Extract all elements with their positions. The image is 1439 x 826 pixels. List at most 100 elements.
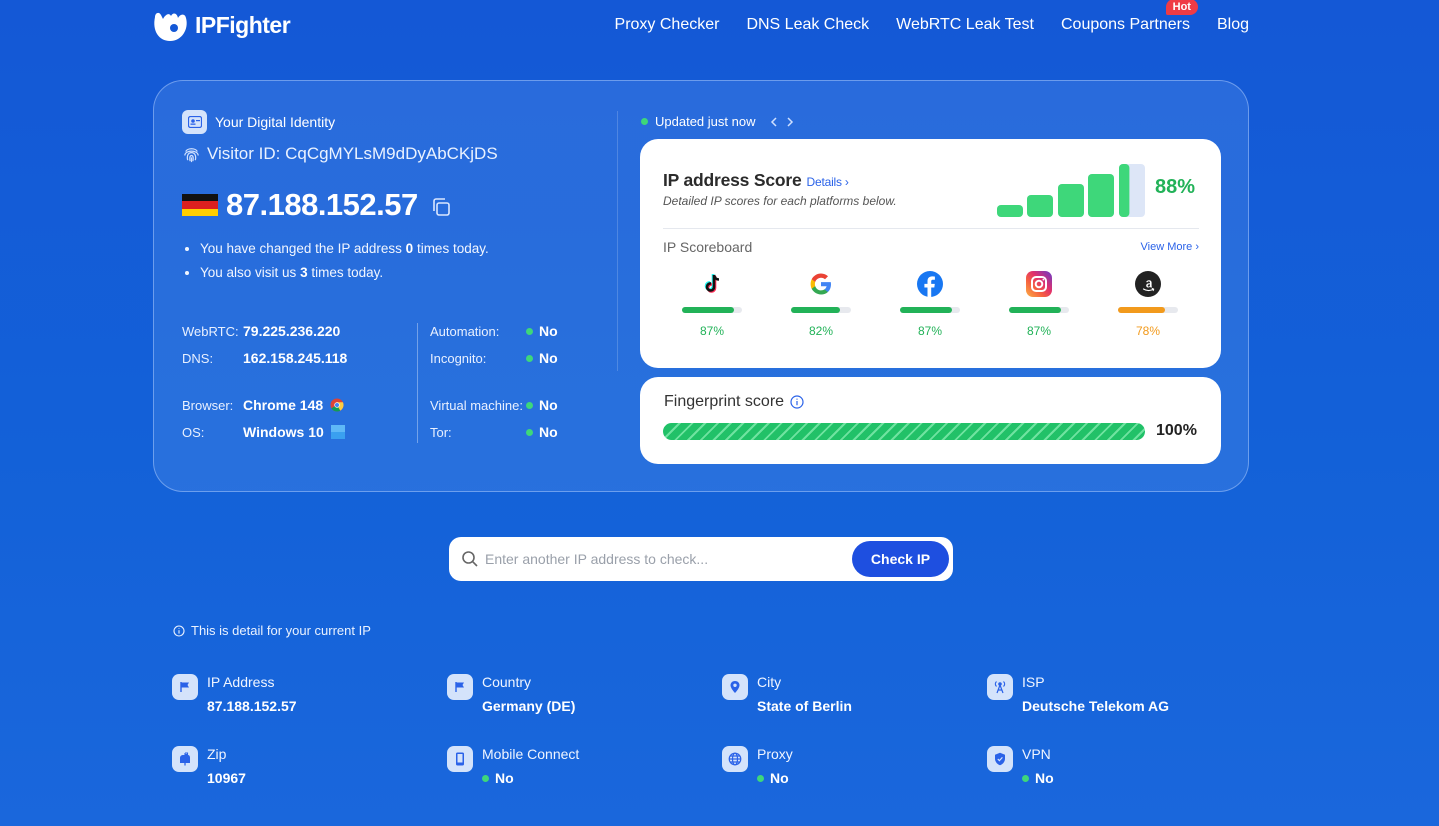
- connection-info: WebRTC: 79.225.236.220 DNS: 162.158.245.…: [182, 321, 612, 451]
- os-row: OS: Windows 10: [182, 424, 345, 440]
- tiktok-icon: [699, 271, 725, 297]
- platform-score-percent: 87%: [1026, 324, 1052, 338]
- status-dot: [757, 774, 764, 782]
- info-icon: [173, 624, 185, 637]
- detail-ip-address: IP Address 87.188.152.57: [172, 674, 432, 718]
- detail-city: City State of Berlin: [722, 674, 982, 718]
- detail-mobile-connect: Mobile Connect No: [447, 746, 707, 790]
- nav-dns-leak-check[interactable]: DNS Leak Check: [746, 16, 869, 34]
- platform-score-percent: 82%: [808, 324, 834, 338]
- facebook-icon: [917, 271, 943, 297]
- os-label: OS:: [182, 424, 205, 440]
- automation-row: Automation: No: [430, 323, 558, 339]
- platform-score-fill: [682, 307, 735, 313]
- dns-value: 162.158.245.118: [243, 350, 348, 366]
- detail-country: Country Germany (DE): [447, 674, 707, 718]
- nav-webrtc-leak-test[interactable]: WebRTC Leak Test: [896, 16, 1034, 34]
- platform-score-fill: [791, 307, 841, 313]
- site-header: IPFighter Proxy Checker DNS Leak Check W…: [0, 0, 1439, 52]
- detail-label: Proxy: [757, 746, 793, 762]
- tor-row: Tor: No: [430, 424, 558, 440]
- logo-text: IPFighter: [195, 12, 291, 38]
- identity-card: Your Digital Identity Visitor ID: CqCgMY…: [153, 80, 1249, 492]
- visit-stats: You have changed the IP address 0 times …: [200, 241, 489, 289]
- detail-label: City: [757, 674, 782, 690]
- score-bars: [997, 164, 1145, 217]
- score-bar: [1088, 174, 1114, 217]
- score-divider: [663, 228, 1199, 229]
- webrtc-label: WebRTC:: [182, 323, 239, 339]
- status-dot: [526, 354, 533, 362]
- detail-isp: ISP Deutsche Telekom AG: [987, 674, 1247, 718]
- dns-label: DNS:: [182, 350, 214, 366]
- fingerprint-percent: 100%: [1156, 422, 1197, 439]
- hot-badge: Hot: [1165, 0, 1198, 15]
- status-dot: [526, 401, 533, 409]
- dns-row: DNS: 162.158.245.118: [182, 350, 347, 366]
- status-dot: [482, 774, 489, 782]
- detail-label: IP Address: [207, 674, 275, 690]
- logo[interactable]: IPFighter: [152, 9, 291, 42]
- ip-change-stat: You have changed the IP address 0 times …: [200, 241, 489, 256]
- nav-coupons-partners[interactable]: Coupons Partners Hot: [1061, 0, 1198, 34]
- os-value: Windows 10: [243, 424, 324, 440]
- location-pin-icon: [722, 674, 748, 700]
- platform-score-fill: [1118, 307, 1165, 313]
- view-more-link[interactable]: View More ›: [1141, 241, 1199, 253]
- platform-score-track: [791, 307, 851, 313]
- nav-proxy-checker[interactable]: Proxy Checker: [615, 16, 720, 34]
- webrtc-value: 79.225.236.220: [243, 323, 341, 339]
- ip-search-box: Check IP: [449, 537, 953, 581]
- status-dot: [526, 428, 533, 436]
- status-dot: [1022, 774, 1029, 782]
- updated-text: Updated just now: [655, 114, 756, 129]
- incognito-label: Incognito:: [430, 350, 487, 366]
- flag-icon: [447, 674, 473, 700]
- platform-score-track: [682, 307, 742, 313]
- webrtc-row: WebRTC: 79.225.236.220: [182, 323, 340, 339]
- nav-coupons-label: Coupons Partners: [1061, 16, 1190, 33]
- platform-amazon: 78%: [1108, 271, 1188, 338]
- ip-search-input[interactable]: [485, 545, 845, 573]
- detail-value: State of Berlin: [757, 698, 852, 714]
- detail-proxy: Proxy No: [722, 746, 982, 790]
- card-divider: [617, 111, 618, 371]
- automation-label: Automation:: [430, 323, 500, 339]
- logo-icon: [154, 12, 187, 41]
- browser-value: Chrome 148: [243, 397, 324, 413]
- nav-blog[interactable]: Blog: [1217, 16, 1249, 34]
- platform-score-percent: 78%: [1135, 324, 1161, 338]
- amazon-icon: [1135, 271, 1161, 297]
- fingerprint-progress-track: [663, 423, 1145, 440]
- detail-vpn: VPN No: [987, 746, 1247, 790]
- automation-value: No: [539, 323, 558, 339]
- visitor-id: Visitor ID: CqCgMYLsM9dDyAbCKjDS: [207, 144, 498, 163]
- copy-icon[interactable]: [430, 196, 452, 218]
- detail-note-text: This is detail for your current IP: [191, 623, 371, 638]
- detail-value: No: [757, 770, 789, 786]
- status-dot: [526, 327, 533, 335]
- chevron-left-icon[interactable]: [769, 116, 779, 128]
- platform-tiktok: 87%: [672, 271, 752, 338]
- chevron-right-icon[interactable]: [785, 116, 795, 128]
- visitor-id-row: Visitor ID: CqCgMYLsM9dDyAbCKjDS: [182, 144, 498, 164]
- platform-score-percent: 87%: [917, 324, 943, 338]
- details-link[interactable]: Details ›: [807, 175, 849, 189]
- check-ip-button[interactable]: Check IP: [852, 541, 949, 577]
- platform-facebook: 87%: [890, 271, 970, 338]
- current-ip: 87.188.152.57: [226, 187, 418, 222]
- identity-title: Your Digital Identity: [215, 114, 336, 130]
- platform-score-fill: [900, 307, 953, 313]
- ip-score-title-row: IP address Score Details ›: [663, 170, 849, 191]
- globe-icon: [722, 746, 748, 772]
- vm-label: Virtual machine:: [430, 397, 523, 413]
- info-icon[interactable]: [790, 395, 804, 409]
- browser-label: Browser:: [182, 397, 234, 413]
- mobile-icon: [447, 746, 473, 772]
- platform-score-fill: [1009, 307, 1062, 313]
- windows-icon: [330, 425, 345, 439]
- germany-flag-icon: [182, 194, 218, 216]
- visit-count-stat: You also visit us 3 times today.: [200, 265, 489, 280]
- ip-row: 87.188.152.57: [182, 187, 452, 223]
- detail-value: 10967: [207, 770, 246, 786]
